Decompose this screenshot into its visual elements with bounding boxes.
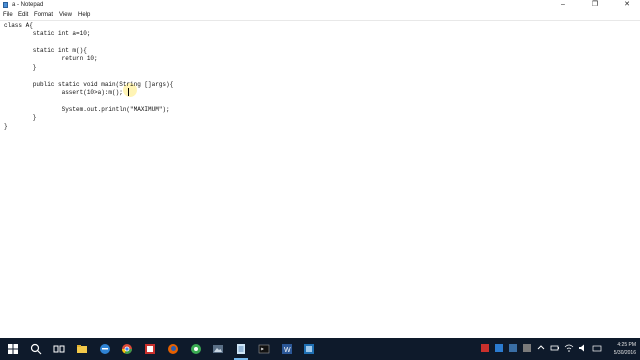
menu-view[interactable]: View [59,11,72,20]
menu-edit[interactable]: Edit [18,11,28,20]
firefox-icon[interactable] [167,343,179,355]
svg-text:W: W [284,347,291,354]
edge-icon[interactable] [99,343,111,355]
file-explorer-icon[interactable] [76,343,88,355]
battery-icon[interactable] [550,343,560,353]
app-image-icon[interactable] [212,343,224,355]
title-bar: a - Notepad – ❐ ✕ [0,0,640,10]
cmd-icon[interactable] [258,343,270,355]
menu-help[interactable]: Help [78,11,90,20]
chevron-up-icon[interactable] [536,343,546,353]
code-line: static int m(){ [4,47,87,54]
task-view-icon[interactable] [53,343,65,355]
clock-date[interactable]: 5/30/2016 [606,350,636,356]
menu-bar: File Edit Format View Help [0,11,640,21]
text-editor-area[interactable] [0,21,640,338]
tray-app-icon[interactable] [508,343,518,353]
menu-file[interactable]: File [3,11,13,20]
app-green-icon[interactable] [190,343,202,355]
tray-app-icon[interactable] [522,343,532,353]
taskbar: W [0,338,640,360]
window-title: a - Notepad [12,2,44,8]
app-red-icon[interactable] [144,343,156,355]
chrome-icon[interactable] [121,343,133,355]
volume-icon[interactable] [578,343,588,353]
app-blue-icon[interactable] [303,343,315,355]
maximize-button[interactable]: ❐ [584,0,606,10]
tray-app-icon[interactable] [494,343,504,353]
menu-format[interactable]: Format [34,11,53,20]
code-line: assert(10>a):m(); [4,89,123,96]
notepad-app-icon [3,2,8,8]
code-line: public static void main(String []args){ [4,81,174,88]
windows-logo-icon[interactable] [7,343,19,355]
network-icon[interactable] [564,343,574,353]
code-line: } [4,64,37,71]
code-line: } [4,123,8,130]
code-line: return 10; [4,55,98,62]
clock-time[interactable]: 4:25 PM [606,342,636,348]
close-button[interactable]: ✕ [616,0,638,10]
code-line: } [4,114,37,121]
notepad-icon[interactable] [235,343,247,355]
minimize-button[interactable]: – [552,0,574,10]
keyboard-icon[interactable] [592,343,602,353]
tray-app-icon[interactable] [480,343,490,353]
code-line: System.out.println("MAXIMUM"); [4,106,170,113]
text-cursor [128,88,129,96]
code-line: class A{ [4,22,33,29]
word-icon[interactable]: W [281,343,293,355]
code-line: static int a=10; [4,30,91,37]
search-icon[interactable] [30,343,42,355]
